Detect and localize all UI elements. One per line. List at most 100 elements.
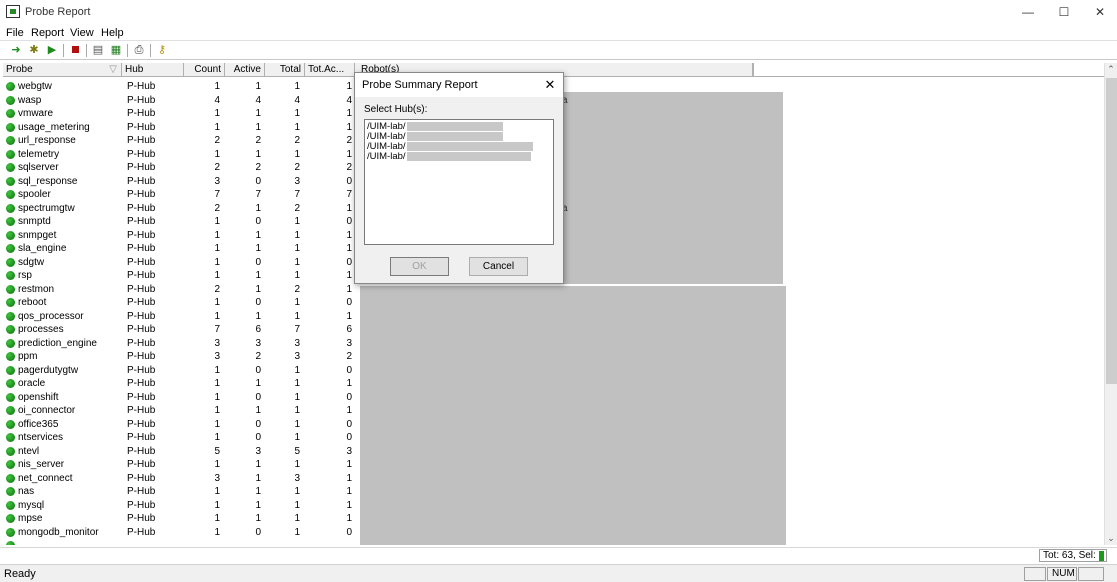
count-value: 2 [214, 202, 220, 214]
column-header-count[interactable]: Count [184, 63, 225, 77]
hub-name: P-Hub [127, 243, 156, 254]
status-dot-icon [6, 433, 15, 442]
active-value: 0 [255, 391, 261, 403]
hub-list-item[interactable]: /UIM-lab/ [367, 152, 531, 162]
probe-name: ppm [18, 351, 38, 362]
active-value: 0 [255, 256, 261, 268]
totac-value: 1 [346, 108, 352, 119]
hub-name: P-Hub [127, 108, 156, 119]
title-bar: Probe Report — ☐ ✕ [0, 0, 1117, 26]
hub-name: P-Hub [127, 256, 156, 268]
hub-name: P-Hub [127, 459, 156, 470]
totac-value: 1 [346, 270, 352, 281]
status-indicator-icon [1099, 551, 1104, 561]
hub-name: P-Hub [127, 526, 156, 538]
menu-help[interactable]: Help [101, 27, 124, 39]
hub-name: P-Hub [127, 472, 156, 484]
maximize-button[interactable]: ☐ [1049, 2, 1079, 22]
scroll-thumb[interactable] [1106, 78, 1117, 384]
column-header-hub[interactable]: Hub [122, 63, 184, 77]
total-value: 1 [294, 216, 300, 227]
probe-name: restmon [18, 283, 55, 295]
count-value: 1 [214, 81, 220, 92]
count-value: 7 [214, 189, 220, 200]
totac-value: 1 [346, 472, 352, 484]
probe-summary-dialog: Probe Summary Report ✕ Select Hub(s): /U… [354, 72, 564, 284]
active-value: 1 [255, 270, 261, 281]
probe-name: net_connect [18, 472, 73, 484]
active-value: 1 [255, 405, 261, 416]
count-value: 1 [214, 405, 220, 416]
minimize-button[interactable]: — [1013, 2, 1043, 22]
menu-view[interactable]: View [70, 27, 94, 39]
count-value: 1 [214, 513, 220, 524]
column-header-probe[interactable]: Probe ▽ [3, 63, 122, 77]
probe-name: url_response [18, 135, 76, 146]
totac-value: 0 [346, 391, 352, 403]
close-button[interactable]: ✕ [1085, 2, 1115, 22]
totals-text: Tot: 63, Sel: 0 [1043, 550, 1105, 561]
export-excel-icon[interactable]: ▦ [109, 43, 123, 57]
count-value: 2 [214, 135, 220, 146]
totac-value: 3 [346, 445, 352, 457]
count-value: 1 [214, 108, 220, 119]
count-value: 1 [214, 121, 220, 133]
probe-name: telemetry [18, 148, 60, 160]
run-green-icon[interactable]: ➜ [9, 43, 23, 57]
status-panel-empty [1024, 567, 1046, 581]
column-header-total[interactable]: Total [265, 63, 305, 77]
ok-button[interactable]: OK [390, 257, 449, 276]
column-header-totac[interactable]: Tot.Ac... [305, 63, 355, 77]
count-value: 1 [214, 297, 220, 308]
active-value: 2 [255, 162, 261, 173]
active-value: 1 [255, 229, 261, 241]
probe-name: rsp [18, 270, 32, 281]
probe-name: sqlserver [18, 162, 59, 173]
print-preview-icon[interactable]: ▤ [91, 43, 105, 57]
count-value: 1 [214, 229, 220, 241]
column-header-active[interactable]: Active [225, 63, 265, 77]
cancel-button[interactable]: Cancel [469, 257, 528, 276]
count-value: 1 [214, 499, 220, 511]
active-value: 1 [255, 121, 261, 133]
totac-value: 2 [346, 135, 352, 146]
hub-listbox[interactable]: /UIM-lab/ /UIM-lab/ /UIM-lab/ /UIM-lab/ [364, 119, 554, 245]
probe-name: ntservices [18, 432, 64, 443]
count-value: 1 [214, 364, 220, 376]
status-dot-icon [6, 109, 15, 118]
menu-report[interactable]: Report [31, 27, 64, 39]
dialog-close-button[interactable]: ✕ [541, 76, 559, 94]
totac-value: 0 [346, 216, 352, 227]
active-value: 3 [255, 337, 261, 349]
total-value: 5 [294, 445, 300, 457]
stop-red-icon[interactable] [68, 43, 82, 57]
key-icon[interactable]: ⚷ [155, 43, 169, 57]
total-value: 1 [294, 526, 300, 538]
total-value: 2 [294, 202, 300, 214]
print-icon[interactable]: ⎙ [132, 43, 146, 57]
settings-gear-icon[interactable]: ✱ [27, 43, 41, 57]
scroll-up-icon[interactable]: ⌃ [1105, 63, 1117, 76]
scroll-down-icon[interactable]: ⌄ [1105, 532, 1117, 545]
active-value: 6 [255, 324, 261, 335]
count-value: 1 [214, 526, 220, 538]
vertical-scrollbar[interactable]: ⌃ ⌄ [1104, 63, 1117, 545]
hub-name: P-Hub [127, 364, 156, 376]
totac-value: 1 [346, 310, 352, 322]
menu-file[interactable]: File [6, 27, 24, 39]
probe-name: sql_response [18, 175, 78, 187]
probe-name: vmware [18, 108, 54, 119]
status-dot-icon [6, 338, 15, 348]
hub-name: P-Hub [127, 202, 156, 214]
totac-value: 1 [346, 229, 352, 241]
total-value: 1 [294, 432, 300, 443]
count-value: 1 [214, 432, 220, 443]
count-value: 3 [214, 351, 220, 362]
forward-icon[interactable]: ▶ [45, 43, 59, 57]
count-value: 1 [214, 486, 220, 497]
menu-bar: File Report View Help [0, 26, 1117, 40]
hub-path: /UIM-lab/ [367, 151, 406, 163]
total-value: 1 [294, 391, 300, 403]
total-value: 2 [294, 135, 300, 146]
total-value: 1 [294, 148, 300, 160]
